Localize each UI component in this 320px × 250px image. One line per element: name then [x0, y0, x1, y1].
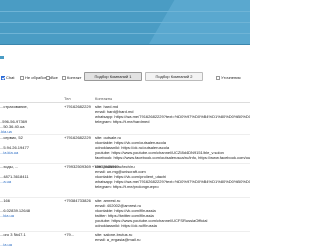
filter-chat-checkbox[interactable]: Chat	[1, 75, 14, 80]
company-line[interactable]: ...ia.kia.ua	[0, 150, 58, 155]
phone-cell: +79162682229	[64, 135, 91, 140]
checkbox-icon[interactable]	[46, 75, 50, 80]
company-cell: ...сервис, 52 ...5.94.26.19477 ...ia.kia.…	[0, 135, 58, 155]
company-cell: ...166 ...6.02839.12648 ...kia.ua	[0, 198, 58, 218]
header-divider-line	[0, 102, 250, 103]
company-line[interactable]: ...kia.ua	[0, 213, 58, 218]
contacts-cell: site: amrest.ru email: 402002@amrest.ru vk…	[95, 198, 250, 228]
checkbox-icon[interactable]	[62, 75, 66, 80]
checkbox-icon[interactable]	[216, 75, 220, 80]
header-divider	[0, 44, 250, 45]
contacts-cell: site: salone-brutus.ru email: a_ergasia@m…	[95, 232, 250, 242]
company-cell: ...ходы, ... ...4871.3618411 ...a.ua	[0, 164, 58, 184]
header-stripe	[0, 22, 250, 23]
checkbox-icon[interactable]	[1, 75, 5, 80]
contact-line: odnoklassniki: https://ok.ru/filrussia	[95, 223, 157, 228]
tab-selection-1[interactable]: Подбор Компаний 1	[84, 72, 142, 81]
header-stripe	[0, 11, 250, 12]
contacts-cell: site: hard.md email: hard@hard.md whatsapp…	[95, 104, 250, 124]
row-divider	[0, 134, 250, 135]
row-divider	[0, 231, 250, 232]
contact-line: facebook: https://www.facebook.com/outsa…	[95, 155, 250, 160]
filter-clarify-checkbox[interactable]: Уточнения	[216, 75, 241, 80]
filter-all-checkbox[interactable]: Все	[46, 75, 58, 80]
filter-contact-checkbox[interactable]: Контакт	[62, 75, 81, 80]
header-stripe	[0, 33, 250, 34]
company-cell: ...страхование, ..596-56-97369 ...50.36.4…	[0, 104, 58, 134]
phone-cell: +79932509369 +79932509369	[64, 164, 119, 169]
company-cell: ...ого 3 №47.1 ...ia.ua	[0, 232, 58, 247]
column-phone: Тел	[64, 96, 71, 101]
row-divider	[0, 197, 250, 198]
phone-cell: +79162682229	[64, 104, 91, 109]
contact-line: telegram: https://t.me/prolongruepro	[95, 184, 159, 189]
contacts-cell: site: outsale.ru vkontakte: https://vk.co…	[95, 135, 250, 160]
contacts-cell: site: prolient.ru/tech/ru email: un.mg@un…	[95, 164, 250, 189]
nav-marker[interactable]	[0, 56, 4, 59]
checkbox-icon[interactable]	[20, 75, 24, 80]
company-line[interactable]: ...a.ua	[0, 179, 58, 184]
contact-line: telegram: https://t.me/hardmed	[95, 119, 150, 124]
company-line[interactable]: ...ia.ua	[0, 242, 58, 247]
column-contacts: Контакты	[95, 96, 113, 101]
row-divider	[0, 163, 250, 164]
app-header	[0, 0, 250, 44]
filter-bar: Chat Не обработан Все Контакт Подбор Ком…	[0, 72, 250, 84]
tab-selection-2[interactable]: Подбор Компаний 2	[145, 72, 203, 81]
contact-line: email: a_ergasia@mail.ru	[95, 237, 141, 242]
phone-cell: +79384733826	[64, 198, 91, 203]
phone-cell: +79...	[64, 232, 75, 237]
